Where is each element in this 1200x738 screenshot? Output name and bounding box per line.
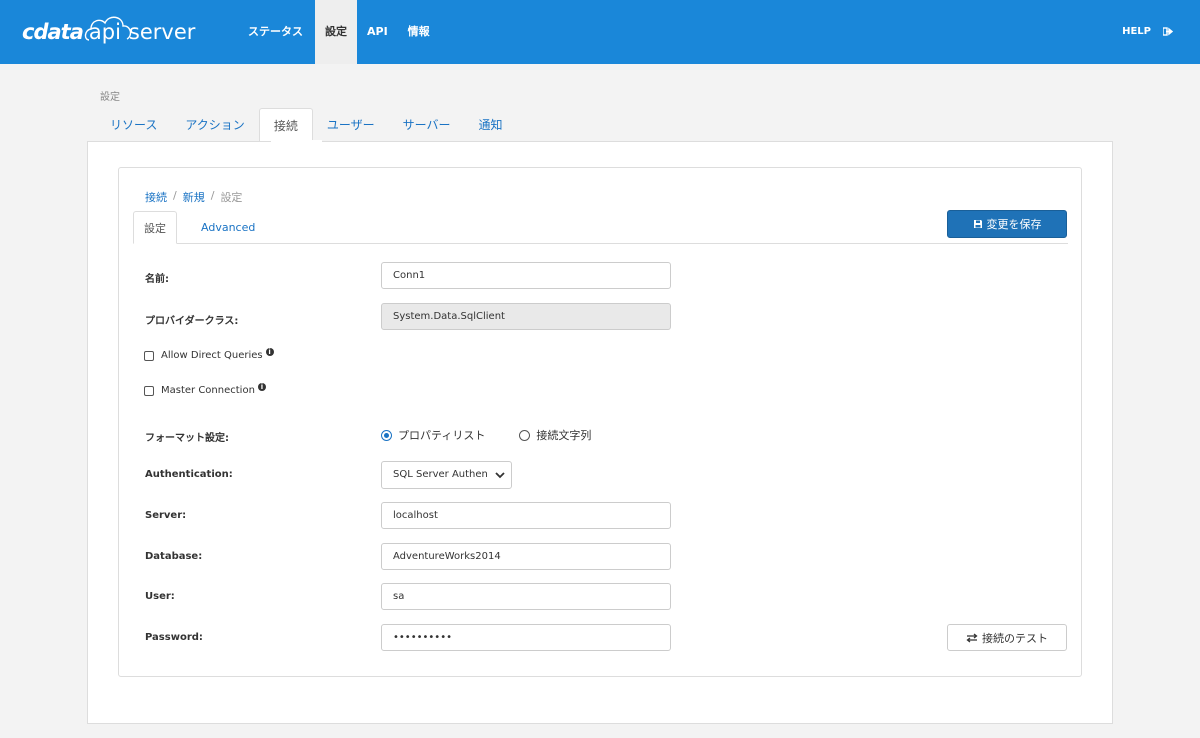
info-icon[interactable]: i (257, 382, 266, 391)
user-label: User: (145, 591, 175, 602)
nav-info[interactable]: 情報 (398, 0, 440, 64)
subtab-advanced[interactable]: Advanced (191, 211, 265, 244)
name-input[interactable]: Conn1 (381, 262, 671, 289)
database-input[interactable]: AdventureWorks2014 (381, 543, 671, 570)
breadcrumb-current: 設定 (220, 191, 243, 204)
cdata-logo[interactable]: cdata api server (22, 14, 195, 50)
logo-cdata-text: cdata (22, 20, 84, 44)
floppy-disk-icon (973, 220, 982, 228)
subtab-settings[interactable]: 設定 (133, 211, 177, 244)
cloud-icon (84, 16, 132, 41)
breadcrumb-connections[interactable]: 接続 (145, 189, 167, 205)
nav-settings[interactable]: 設定 (315, 0, 357, 64)
active-tab-joiner (271, 140, 322, 143)
nav-status[interactable]: ステータス (236, 0, 315, 64)
connection-subtabs: 設定 Advanced (133, 211, 279, 244)
format-radio-group: プロパティリスト 接続文字列 (381, 427, 625, 443)
info-icon[interactable]: i (265, 347, 274, 356)
authentication-select[interactable]: SQL Server Authen (381, 461, 512, 489)
tab-resources[interactable]: リソース (96, 108, 171, 142)
logo-api-text: api (84, 16, 132, 44)
user-input[interactable]: sa (381, 583, 671, 610)
tab-connections[interactable]: 接続 (258, 108, 313, 142)
save-changes-label: 変更を保存 (986, 218, 1042, 231)
allow-direct-queries-row[interactable]: Allow Direct Queries i (144, 347, 274, 361)
allow-direct-queries-label: Allow Direct Queries (161, 350, 263, 361)
logout-icon[interactable] (1163, 27, 1173, 36)
server-label: Server: (145, 510, 187, 521)
test-connection-button[interactable]: 接続のテスト (947, 624, 1067, 651)
breadcrumb-separator: / (210, 189, 215, 202)
master-connection-row[interactable]: Master Connection i (144, 382, 266, 396)
master-connection-checkbox[interactable] (144, 385, 154, 396)
test-connection-label: 接続のテスト (982, 631, 1048, 645)
authentication-value: SQL Server Authen (393, 469, 488, 480)
database-label: Database: (145, 551, 203, 562)
tab-notifications[interactable]: 通知 (464, 108, 516, 142)
breadcrumb-new[interactable]: 新規 (183, 189, 205, 205)
page-title: 設定 (100, 92, 120, 103)
settings-tabs: リソース アクション 接続 ユーザー サーバー 通知 (96, 108, 517, 142)
radio-property-list-label[interactable]: プロパティリスト (398, 427, 485, 443)
authentication-label: Authentication: (145, 469, 233, 480)
logo-server-text: server (128, 20, 196, 44)
password-input[interactable]: •••••••••• (381, 624, 671, 651)
tab-actions[interactable]: アクション (171, 108, 258, 142)
name-label: 名前: (145, 274, 169, 285)
exchange-icon (966, 632, 978, 643)
help-link[interactable]: HELP (1122, 0, 1151, 64)
allow-direct-queries-checkbox[interactable] (144, 350, 154, 361)
chevron-down-icon (495, 462, 505, 488)
tab-users[interactable]: ユーザー (313, 108, 389, 142)
top-navbar: cdata api server ステータス 設定 API 情報 HELP (0, 0, 1200, 64)
save-changes-button[interactable]: 変更を保存 (947, 210, 1067, 238)
provider-class-label: プロバイダークラス: (145, 316, 239, 327)
nav-api[interactable]: API (357, 0, 398, 64)
breadcrumb-separator: / (173, 189, 177, 202)
master-connection-label: Master Connection (161, 385, 255, 396)
radio-connection-string-label[interactable]: 接続文字列 (536, 427, 591, 443)
password-label: Password: (145, 632, 203, 643)
format-settings-label: フォーマット設定: (145, 433, 229, 444)
breadcrumb: 接続 / 新規 / 設定 (145, 189, 242, 205)
tab-server[interactable]: サーバー (389, 108, 465, 142)
radio-property-list[interactable] (381, 429, 392, 441)
provider-class-input: System.Data.SqlClient (381, 303, 671, 330)
server-input[interactable]: localhost (381, 502, 671, 529)
radio-connection-string[interactable] (519, 429, 531, 441)
main-nav: ステータス 設定 API 情報 (236, 0, 440, 64)
